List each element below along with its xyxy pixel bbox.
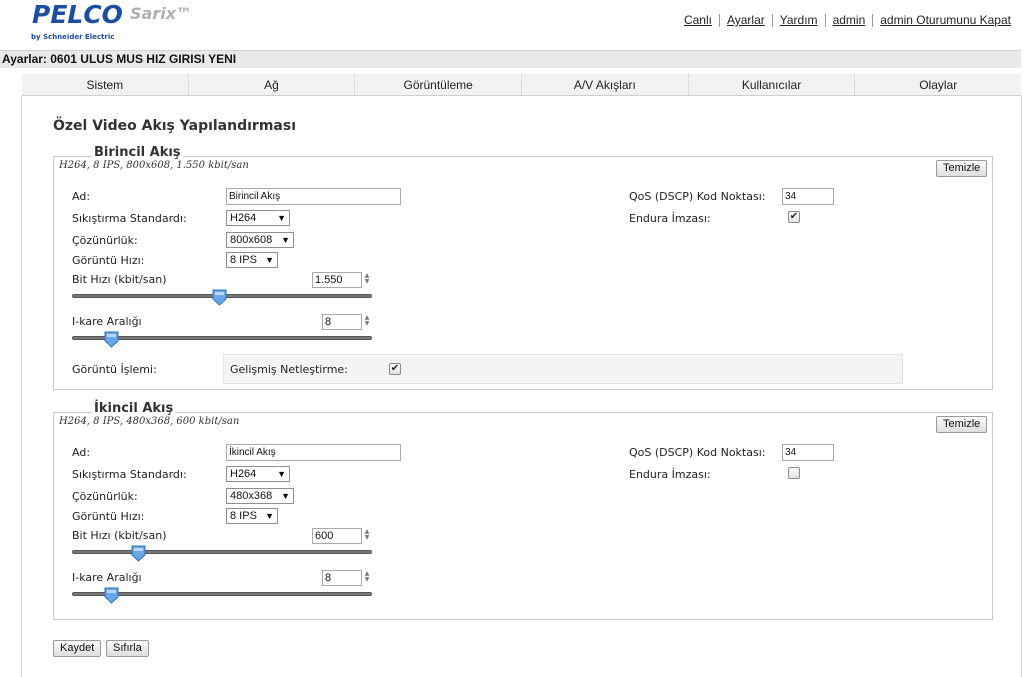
- spinner-arrows-icon[interactable]: ▲ ▼: [363, 315, 371, 329]
- primary-iframe-input[interactable]: 8: [322, 314, 362, 330]
- secondary-compression-label: Sıkıştırma Standardı:: [72, 468, 187, 481]
- primary-resolution-select[interactable]: 800x608 ▼: [226, 232, 294, 248]
- secondary-clear-button[interactable]: Temizle: [936, 416, 988, 433]
- reset-button[interactable]: Sıfırla: [106, 640, 149, 657]
- secondary-stream-panel: İkincil Akış H264, 8 IPS, 480x368, 600 k…: [53, 401, 993, 620]
- tab-network[interactable]: Ağ: [189, 74, 356, 95]
- spinner-arrows-icon[interactable]: ▲ ▼: [363, 571, 371, 585]
- primary-stream-panel: Birincil Akış H264, 8 IPS, 800x608, 1.55…: [53, 145, 993, 390]
- secondary-iframe-slider-thumb[interactable]: [104, 587, 119, 604]
- primary-bitrate-label: Bit Hızı (kbit/san): [72, 273, 167, 286]
- primary-compression-label: Sıkıştırma Standardı:: [72, 212, 187, 225]
- primary-iframe-slider-thumb[interactable]: [104, 331, 119, 348]
- chevron-down-icon: ▼: [281, 235, 290, 245]
- primary-stream-summary: H264, 8 IPS, 800x608, 1.550 kbit/san: [59, 160, 249, 171]
- secondary-iframe-input[interactable]: 8: [322, 570, 362, 586]
- image-processing-row: Gelişmiş Netleştirme: ✔: [223, 354, 903, 384]
- secondary-stream-legend: İkincil Akış: [92, 401, 176, 416]
- secondary-bitrate-slider-track[interactable]: [72, 550, 372, 554]
- nav-help-link[interactable]: Yardım: [780, 13, 818, 27]
- secondary-qos-label: QoS (DSCP) Kod Noktası:: [629, 446, 766, 459]
- tab-system[interactable]: Sistem: [22, 74, 189, 95]
- primary-framerate-select[interactable]: 8 IPS ▼: [226, 252, 278, 268]
- nav-settings-link[interactable]: Ayarlar: [727, 13, 765, 27]
- spinner-arrows-icon[interactable]: ▲ ▼: [363, 529, 371, 543]
- primary-qos-label: QoS (DSCP) Kod Noktası:: [629, 190, 766, 203]
- primary-name-label: Ad:: [72, 190, 91, 203]
- sharpening-label: Gelişmiş Netleştirme:: [230, 363, 348, 376]
- settings-title-bar: Ayarlar: 0601 ULUS MUS HIZ GIRISI YENI: [0, 50, 1021, 68]
- primary-endura-checkbox[interactable]: ✔: [788, 211, 800, 223]
- settings-tabs: Sistem Ağ Görüntüleme A/V Akışları Kulla…: [22, 74, 1021, 96]
- secondary-resolution-value: 480x368: [230, 490, 273, 502]
- secondary-resolution-select[interactable]: 480x368 ▼: [226, 488, 294, 504]
- primary-iframe-label: I-kare Aralığı: [72, 315, 142, 328]
- header: PELCO Sarix™ by Schneider Electric Canlı…: [0, 0, 1027, 50]
- nav-separator: [872, 13, 874, 27]
- sarix-logo: Sarix™: [130, 4, 193, 23]
- top-nav: Canlı Ayarlar Yardım admin admin Oturumu…: [684, 13, 1011, 27]
- chevron-down-icon: ▼: [277, 213, 286, 223]
- primary-stream-legend: Birincil Akış: [92, 145, 183, 160]
- pelco-logo: PELCO: [32, 0, 123, 29]
- tab-users[interactable]: Kullanıcılar: [689, 74, 856, 95]
- secondary-bitrate-input[interactable]: 600: [312, 528, 362, 544]
- nav-separator: [771, 13, 773, 27]
- primary-compression-select[interactable]: H264 ▼: [226, 210, 290, 226]
- secondary-bitrate-slider-thumb[interactable]: [131, 545, 146, 562]
- sharpening-checkbox[interactable]: ✔: [389, 363, 401, 375]
- schneider-logo: by Schneider Electric: [31, 33, 115, 41]
- nav-user-link[interactable]: admin: [833, 13, 866, 27]
- secondary-framerate-label: Görüntü Hızı:: [72, 510, 145, 523]
- chevron-down-icon: ▼: [281, 491, 290, 501]
- primary-qos-input[interactable]: 34: [782, 188, 834, 205]
- secondary-endura-label: Endura İmzası:: [629, 468, 711, 481]
- primary-bitrate-slider-thumb[interactable]: [212, 289, 227, 306]
- secondary-bitrate-label: Bit Hızı (kbit/san): [72, 529, 167, 542]
- secondary-qos-input[interactable]: 34: [782, 444, 834, 461]
- secondary-name-label: Ad:: [72, 446, 91, 459]
- secondary-compression-value: H264: [230, 468, 257, 480]
- primary-framerate-value: 8 IPS: [230, 254, 257, 266]
- primary-endura-label: Endura İmzası:: [629, 212, 711, 225]
- secondary-resolution-label: Çözünürlük:: [72, 490, 138, 503]
- nav-separator: [824, 13, 826, 27]
- page-title: Özel Video Akış Yapılandırması: [53, 118, 296, 134]
- primary-processing-label: Görüntü İşlemi:: [72, 363, 157, 376]
- secondary-endura-checkbox[interactable]: [788, 467, 800, 479]
- secondary-framerate-select[interactable]: 8 IPS ▼: [226, 508, 278, 524]
- chevron-down-icon: ▼: [277, 469, 286, 479]
- primary-bitrate-input[interactable]: 1.550: [312, 272, 362, 288]
- secondary-compression-select[interactable]: H264 ▼: [226, 466, 290, 482]
- secondary-iframe-label: I-kare Aralığı: [72, 571, 142, 584]
- chevron-down-icon: ▼: [265, 511, 274, 521]
- primary-name-input[interactable]: Birincil Akış: [226, 188, 401, 205]
- primary-resolution-label: Çözünürlük:: [72, 234, 138, 247]
- content-right-border: [1021, 96, 1022, 677]
- chevron-down-icon: ▼: [265, 255, 274, 265]
- spinner-arrows-icon[interactable]: ▲ ▼: [363, 273, 371, 287]
- secondary-stream-summary: H264, 8 IPS, 480x368, 600 kbit/san: [59, 416, 240, 427]
- nav-separator: [718, 13, 720, 27]
- tab-av-streams[interactable]: A/V Akışları: [522, 74, 689, 95]
- tab-events[interactable]: Olaylar: [855, 74, 1021, 95]
- primary-compression-value: H264: [230, 212, 257, 224]
- secondary-framerate-value: 8 IPS: [230, 510, 257, 522]
- primary-resolution-value: 800x608: [230, 234, 273, 246]
- secondary-name-input[interactable]: İkincil Akış: [226, 444, 401, 461]
- tab-imaging[interactable]: Görüntüleme: [355, 74, 523, 95]
- nav-live-link[interactable]: Canlı: [684, 13, 712, 27]
- nav-logout-link[interactable]: admin Oturumunu Kapat: [880, 13, 1011, 27]
- save-button[interactable]: Kaydet: [53, 640, 102, 657]
- primary-clear-button[interactable]: Temizle: [936, 160, 988, 177]
- content-left-border: [21, 96, 22, 677]
- primary-framerate-label: Görüntü Hızı:: [72, 254, 145, 267]
